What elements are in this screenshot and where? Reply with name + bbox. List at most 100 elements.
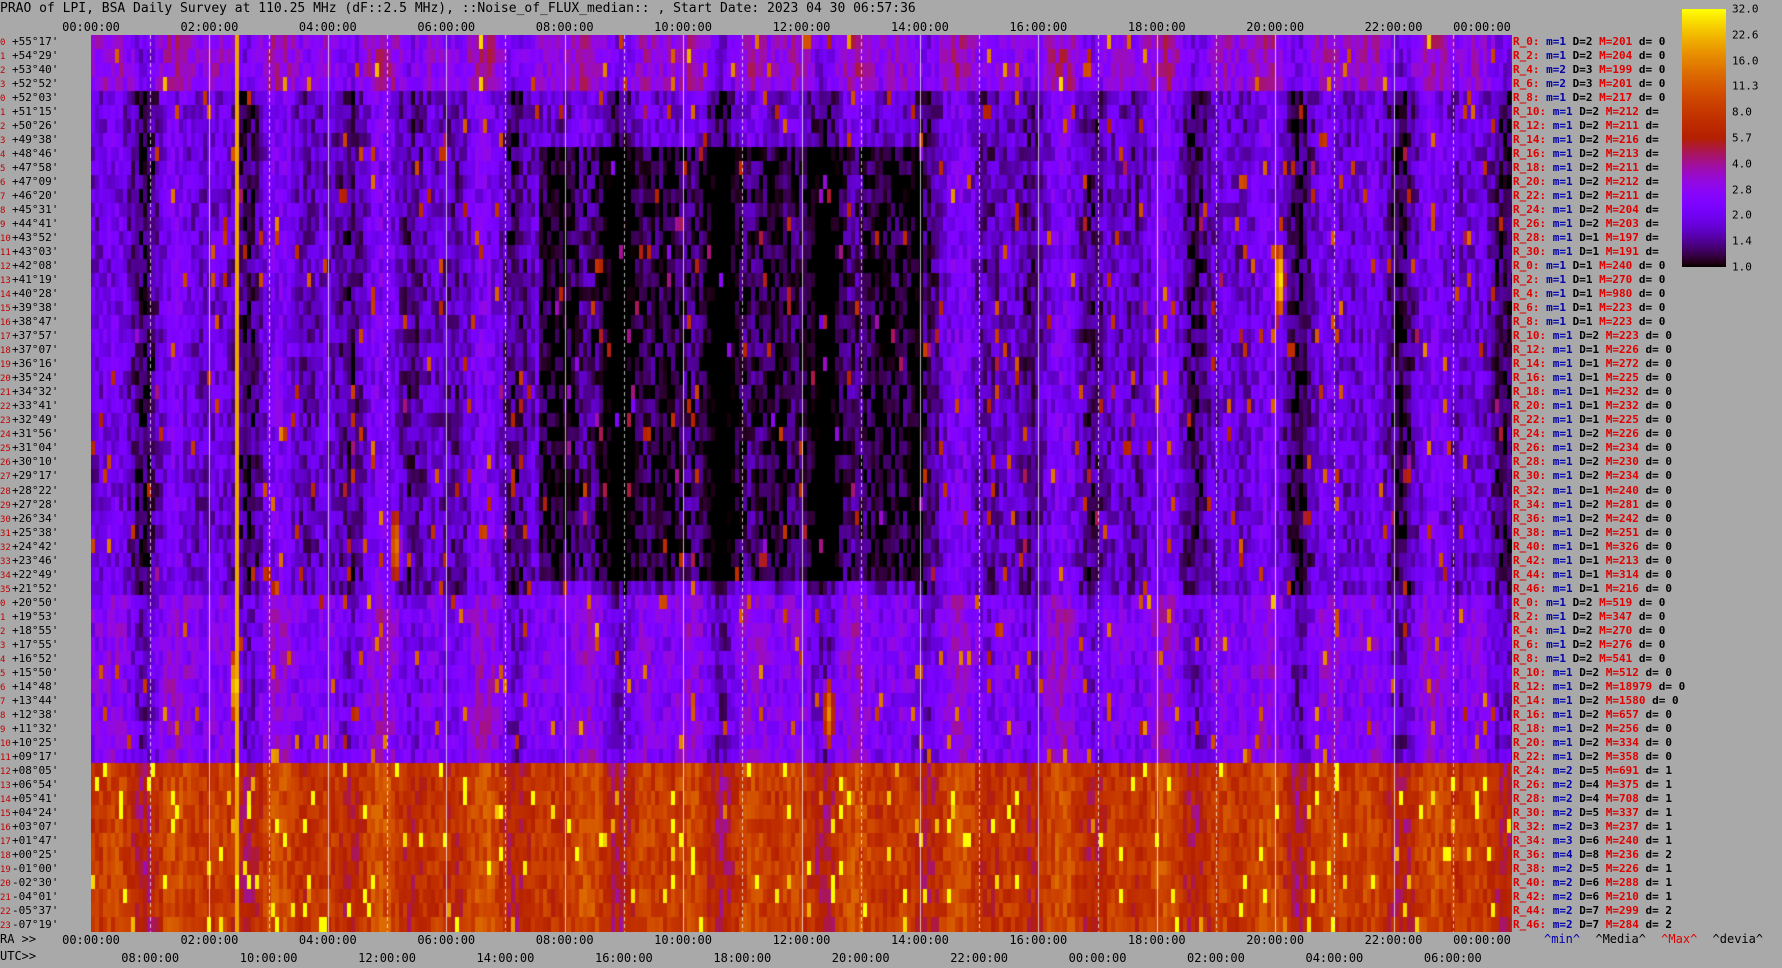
stat-r: R_12: bbox=[1513, 679, 1553, 693]
stat-d: d= 0 bbox=[1645, 735, 1673, 749]
stat-D: D=1 bbox=[1572, 301, 1600, 315]
dec-row-index: 16 bbox=[0, 822, 11, 833]
dec-label: 18+37°07' bbox=[0, 343, 91, 357]
dec-row-index: 14 bbox=[0, 290, 11, 301]
stat-m: m=1 bbox=[1552, 539, 1580, 553]
dec-value: +17°55' bbox=[12, 637, 59, 651]
dec-row-index: 23 bbox=[0, 416, 11, 427]
stat-m: m=1 bbox=[1552, 357, 1580, 371]
stat-r: R_4: bbox=[1513, 63, 1547, 77]
dec-value: +42°08' bbox=[12, 259, 59, 273]
row-stat: R_4: m=1 D=1 M=980 d= 0 bbox=[1513, 287, 1665, 301]
dec-row-index: 27 bbox=[0, 472, 11, 483]
row-statistics: R_0: m=1 D=2 M=201 d= 0 R_2: m=1 D=2 M=2… bbox=[1513, 35, 1688, 935]
stat-M: M=256 bbox=[1605, 721, 1646, 735]
dec-label: 11+43°03' bbox=[0, 245, 91, 259]
stat-D: D=2 bbox=[1579, 427, 1606, 441]
dec-value: +47°58' bbox=[12, 161, 59, 175]
stat-m: m=1 bbox=[1552, 371, 1580, 385]
stat-d: d= 0 bbox=[1638, 623, 1666, 637]
row-stat: R_8: m=1 D=2 M=217 d= 0 bbox=[1513, 91, 1665, 105]
stat-M: M=225 bbox=[1605, 371, 1646, 385]
stat-r: R_32: bbox=[1513, 819, 1553, 833]
stat-d: d= 0 bbox=[1645, 357, 1673, 371]
stat-M: M=240 bbox=[1599, 259, 1639, 273]
stat-r: R_0: bbox=[1513, 35, 1547, 48]
row-stat: R_10: m=1 D=2 M=223 d= 0 bbox=[1513, 329, 1672, 343]
dec-label: 7 +46°20' bbox=[0, 189, 91, 203]
stat-m: m=1 bbox=[1552, 511, 1580, 525]
stat-d: d= 0 bbox=[1645, 371, 1673, 385]
dec-value: +05°41' bbox=[12, 791, 59, 805]
row-stat: R_38: m=2 D=5 M=226 d= 1 bbox=[1513, 862, 1672, 876]
dec-row-index: 12 bbox=[0, 766, 11, 777]
stat-M: M=512 bbox=[1605, 665, 1646, 679]
row-stat: R_14: m=1 D=1 M=272 d= 0 bbox=[1513, 357, 1672, 371]
heatmap-canvas[interactable] bbox=[91, 35, 1512, 932]
stat-r: R_20: bbox=[1513, 175, 1553, 189]
stat-d: d= 0 bbox=[1645, 413, 1673, 427]
dec-label: 14+05°41' bbox=[0, 792, 91, 806]
stat-r: R_18: bbox=[1513, 385, 1553, 399]
stat-r: R_6: bbox=[1513, 77, 1547, 91]
stat-d: d= bbox=[1645, 147, 1659, 161]
row-stat: R_14: m=1 D=2 M=216 d= bbox=[1513, 133, 1659, 147]
row-stat: R_44: m=1 D=1 M=314 d= 0 bbox=[1513, 568, 1672, 582]
stat-m: m=1 bbox=[1552, 749, 1580, 763]
row-stat: R_18: m=1 D=2 M=211 d= bbox=[1513, 161, 1659, 175]
stat-m: m=1 bbox=[1546, 91, 1573, 105]
dec-value: +34°32' bbox=[12, 385, 59, 399]
stat-D: D=2 bbox=[1572, 651, 1600, 665]
dec-row-index: 4 bbox=[0, 654, 6, 665]
top-axis-tick: 22:00:00 bbox=[1364, 20, 1423, 34]
stat-r: R_36: bbox=[1513, 847, 1553, 861]
top-axis-tick: 00:00:00 bbox=[1453, 20, 1511, 34]
ra-axis-tick: 18:00:00 bbox=[1127, 933, 1186, 947]
dec-label: 3 +49°38' bbox=[0, 133, 91, 147]
dec-row-index: 9 bbox=[0, 724, 6, 735]
dec-value: +45°31' bbox=[12, 203, 59, 217]
stat-m: m=1 bbox=[1552, 413, 1580, 427]
stat-M: M=191 bbox=[1605, 245, 1646, 259]
dec-value: +19°53' bbox=[12, 609, 59, 623]
dec-label: 8 +12°38' bbox=[0, 708, 91, 722]
dec-value: -05°37' bbox=[12, 903, 59, 917]
row-stat: R_14: m=1 D=2 M=1580 d= 0 bbox=[1513, 694, 1679, 708]
stat-r: R_22: bbox=[1513, 413, 1553, 427]
stat-m: m=2 bbox=[1546, 63, 1573, 77]
row-stat: R_10: m=1 D=2 M=212 d= bbox=[1513, 105, 1659, 119]
stat-M: M=375 bbox=[1605, 777, 1646, 791]
utc-axis-tick: 12:00:00 bbox=[358, 951, 416, 965]
colorbar-tick: 22.6 bbox=[1732, 28, 1759, 42]
row-stat: R_16: m=1 D=2 M=213 d= bbox=[1513, 147, 1659, 161]
dec-label: 4 +16°52' bbox=[0, 652, 91, 666]
stat-M: M=213 bbox=[1605, 553, 1646, 567]
dec-label: 30+26°34' bbox=[0, 512, 91, 526]
heatmap-plot[interactable] bbox=[91, 35, 1512, 932]
stat-r: R_44: bbox=[1513, 567, 1553, 581]
dec-row-index: 2 bbox=[0, 626, 6, 637]
stat-D: D=1 bbox=[1579, 399, 1606, 413]
stat-d: d= 1 bbox=[1645, 875, 1673, 889]
stat-m: m=1 bbox=[1552, 679, 1580, 693]
dec-row-index: 19 bbox=[0, 864, 11, 875]
dec-row-index: 18 bbox=[0, 850, 11, 861]
dec-label: 9 +11°32' bbox=[0, 722, 91, 736]
stat-d: d= 0 bbox=[1645, 399, 1673, 413]
stat-r: R_14: bbox=[1513, 133, 1553, 147]
colorbar-tick: 8.0 bbox=[1732, 105, 1752, 119]
stat-D: D=2 bbox=[1579, 679, 1606, 693]
row-stat: R_8: m=1 D=2 M=541 d= 0 bbox=[1513, 652, 1665, 666]
top-axis-tick: 02:00:00 bbox=[180, 20, 239, 34]
dec-value: -01°00' bbox=[12, 861, 59, 875]
stat-D: D=1 bbox=[1579, 343, 1606, 357]
page-title: PRAO of LPI, BSA Daily Survey at 110.25 … bbox=[0, 1, 916, 16]
stat-D: D=2 bbox=[1579, 455, 1606, 469]
dec-row-index: 7 bbox=[0, 192, 6, 203]
stat-M: M=281 bbox=[1605, 497, 1646, 511]
row-stat: R_18: m=1 D=1 M=232 d= 0 bbox=[1513, 385, 1672, 399]
row-stat: R_28: m=1 D=2 M=230 d= 0 bbox=[1513, 455, 1672, 469]
dec-value: +04°24' bbox=[12, 805, 59, 819]
stat-m: m=1 bbox=[1546, 35, 1573, 48]
row-stat: R_2: m=1 D=2 M=204 d= 0 bbox=[1513, 49, 1665, 63]
